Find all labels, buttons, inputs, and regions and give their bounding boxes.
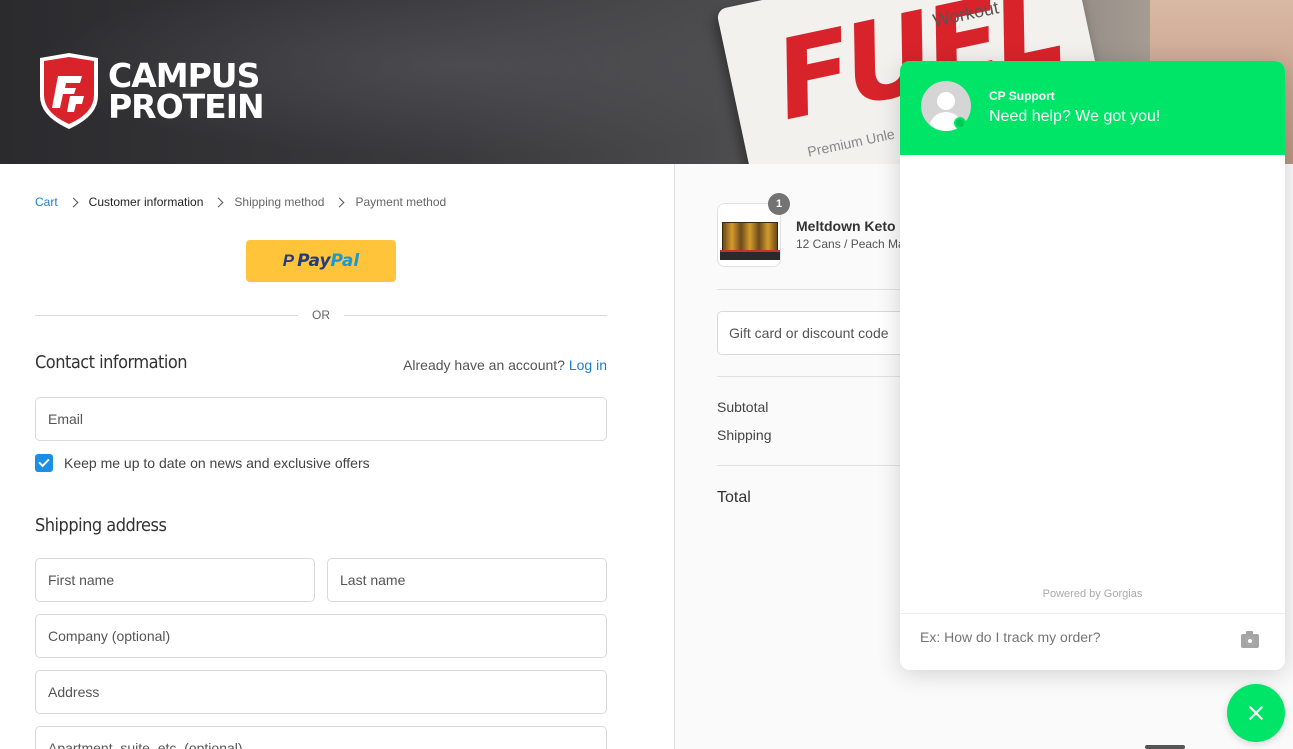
breadcrumb-shipping-method: Shipping method <box>234 195 325 209</box>
breadcrumb-payment-method: Payment method <box>355 195 447 209</box>
breadcrumb-cart[interactable]: Cart <box>35 195 58 209</box>
discount-code-placeholder: Gift card or discount code <box>729 325 889 341</box>
paypal-button[interactable]: P PayPal <box>246 240 396 282</box>
login-link[interactable]: Log in <box>569 357 607 373</box>
account-prompt: Already have an account? Log in <box>403 357 607 373</box>
breadcrumb-customer-information: Customer information <box>88 195 204 209</box>
product-name: Meltdown Keto <box>796 218 896 234</box>
chat-input-divider <box>900 613 1285 614</box>
or-divider: OR <box>35 306 607 324</box>
company-placeholder: Company (optional) <box>48 628 171 644</box>
discount-code-field[interactable]: Gift card or discount code <box>717 311 917 355</box>
last-name-placeholder: Last name <box>340 572 406 588</box>
shield-logo-icon <box>40 53 98 129</box>
newsletter-option: Keep me up to date on news and exclusive… <box>35 454 370 472</box>
online-status-icon <box>954 117 966 129</box>
email-field[interactable]: Email <box>35 397 607 441</box>
chevron-right-icon <box>68 197 79 207</box>
chat-greeting: Need help? We got you! <box>989 108 1161 125</box>
camera-icon[interactable] <box>1241 631 1259 648</box>
email-placeholder: Email <box>48 411 84 427</box>
paypal-label-pal: Pal <box>330 251 360 271</box>
address-placeholder: Address <box>48 684 100 700</box>
address-field[interactable]: Address <box>35 670 607 714</box>
last-name-field[interactable]: Last name <box>327 558 607 602</box>
summary-divider <box>717 289 917 290</box>
powered-by-label: Powered by Gorgias <box>1042 588 1143 600</box>
account-prompt-text: Already have an account? <box>403 357 565 373</box>
chevron-right-icon <box>213 197 224 207</box>
apartment-field[interactable]: Apartment, suite, etc. (optional) <box>35 726 607 749</box>
chevron-right-icon <box>335 197 345 207</box>
support-chat-window: CP Support Need help? We got you! Powere… <box>900 61 1285 670</box>
divider-line <box>35 314 298 316</box>
breadcrumb: Cart Customer information Shipping metho… <box>35 195 446 209</box>
chat-message-input[interactable] <box>920 629 1230 645</box>
divider-line <box>344 314 607 316</box>
newsletter-checkbox[interactable] <box>35 454 53 472</box>
chat-header: CP Support Need help? We got you! <box>900 61 1285 155</box>
first-name-field[interactable]: First name <box>35 558 315 602</box>
newsletter-label: Keep me up to date on news and exclusive… <box>64 455 370 471</box>
total-label: Total <box>717 489 751 506</box>
close-icon <box>1248 705 1264 721</box>
site-logo[interactable]: CAMPUS PROTEIN <box>36 52 265 130</box>
chat-close-button[interactable] <box>1227 684 1285 742</box>
or-label: OR <box>312 308 330 322</box>
product-cans-image <box>722 222 778 252</box>
company-field[interactable]: Company (optional) <box>35 614 607 658</box>
logo-wordmark: CAMPUS PROTEIN <box>108 59 265 126</box>
contact-information-heading: Contact information <box>35 352 188 373</box>
quantity-badge: 1 <box>768 193 790 215</box>
paypal-icon: P <box>282 251 295 270</box>
subtotal-label: Subtotal <box>717 399 769 415</box>
scroll-indicator <box>1145 745 1185 749</box>
paypal-label-pay: Pay <box>297 251 331 271</box>
product-variant: 12 Cans / Peach Ma <box>796 237 905 251</box>
chat-agent-name: CP Support <box>989 89 1055 103</box>
first-name-placeholder: First name <box>48 572 115 588</box>
logo-line-2: PROTEIN <box>108 87 265 126</box>
paypal-wordmark: PayPal <box>297 251 359 271</box>
shipping-address-heading: Shipping address <box>35 515 167 536</box>
product-base-image <box>720 250 780 260</box>
shipping-label: Shipping <box>717 427 772 443</box>
summary-divider <box>717 465 917 466</box>
apartment-placeholder: Apartment, suite, etc. (optional) <box>48 740 243 749</box>
avatar-head <box>937 92 955 110</box>
summary-divider <box>717 376 917 377</box>
